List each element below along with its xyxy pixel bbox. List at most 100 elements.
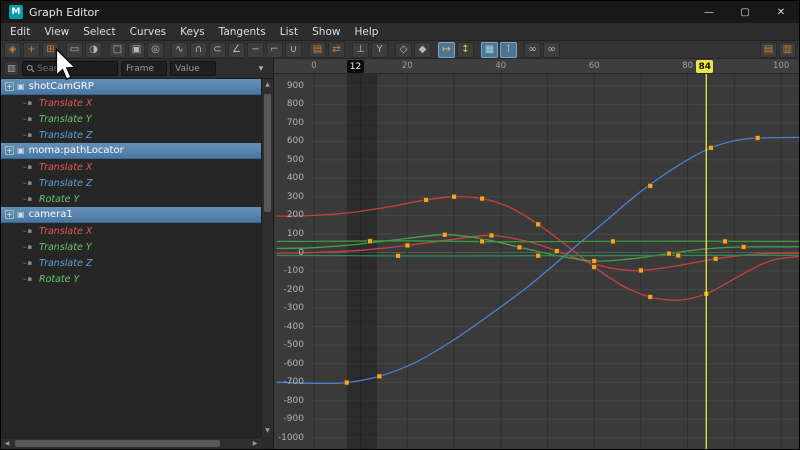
menu-view[interactable]: View [37, 23, 76, 40]
post-infinity-cycle-icon[interactable]: ∞ [543, 41, 560, 58]
pre-infinity-cycle-icon[interactable]: ∞ [524, 41, 541, 58]
outliner-hscrollbar[interactable]: ◀ ▶ [1, 437, 261, 449]
menu-show[interactable]: Show [305, 23, 347, 40]
menu-curves[interactable]: Curves [123, 23, 173, 40]
tree-attr-translate-y[interactable]: –▪ Translate Y [1, 111, 261, 127]
frame-all-icon[interactable]: □ [109, 41, 126, 58]
keyframe-marker[interactable] [708, 144, 714, 151]
tree-attr-translate-y[interactable]: –▪ Translate Y [1, 239, 261, 255]
keyframe-marker[interactable] [404, 242, 411, 249]
move-nearest-picked-key-icon[interactable]: ◈ [4, 41, 21, 58]
menu-help[interactable]: Help [347, 23, 385, 40]
search-field[interactable] [22, 61, 118, 76]
frame-playback-range-icon[interactable]: ▣ [128, 41, 145, 58]
auto-tangent-icon[interactable]: ∿ [171, 41, 188, 58]
keyframe-marker[interactable] [535, 252, 542, 259]
expand-icon[interactable]: + [5, 82, 14, 91]
value-snap-icon[interactable]: ↕ [457, 41, 474, 58]
keyframe-marker[interactable] [609, 238, 616, 245]
keyframe-marker[interactable] [343, 379, 350, 386]
keyframe-marker[interactable] [488, 232, 495, 239]
tree-attr-rotate-y[interactable]: –▪ Rotate Y [1, 271, 261, 287]
menu-edit[interactable]: Edit [3, 23, 37, 40]
keyframe-marker[interactable] [423, 196, 429, 203]
plateau-tangent-icon[interactable]: ∪ [285, 41, 302, 58]
keyframe-marker[interactable] [637, 267, 644, 274]
keyframe-marker[interactable] [441, 231, 448, 238]
graph-panel[interactable]: 0 20 40 60 80 100 12 84 900 800 700 600 500 400 300 20… [273, 59, 799, 449]
keyframe-marker[interactable] [666, 250, 672, 257]
hscroll-thumb[interactable] [15, 440, 220, 447]
center-current-time-icon[interactable]: ◎ [147, 41, 164, 58]
step-tangent-icon[interactable]: ⌐ [266, 41, 283, 58]
frame-marker-chip[interactable]: 12 [347, 60, 365, 73]
keyframe-marker[interactable] [722, 238, 728, 245]
free-tangent-weight-icon[interactable]: ◇ [395, 41, 412, 58]
scroll-left-arrow[interactable]: ◀ [1, 438, 13, 450]
template-channel-icon[interactable]: ▦ [481, 41, 498, 58]
keyframe-marker[interactable] [553, 248, 560, 254]
outliner-vscrollbar[interactable]: ▲ ▼ [261, 79, 273, 437]
maximize-button[interactable]: ▢ [727, 1, 763, 23]
menu-list[interactable]: List [273, 23, 305, 40]
hscroll-track[interactable] [13, 438, 249, 449]
keyframe-marker[interactable] [516, 244, 523, 251]
swap-buffer-curve-icon[interactable]: ⇄ [328, 41, 345, 58]
time-ruler[interactable]: 0 20 40 60 80 100 12 84 [274, 59, 799, 74]
frame-stat-field[interactable]: Frame [121, 61, 167, 76]
keyframe-marker[interactable] [712, 255, 719, 262]
keyframe-marker[interactable] [479, 238, 486, 245]
keyframe-marker[interactable] [451, 193, 458, 200]
spline-tangent-icon[interactable]: ∩ [190, 41, 207, 58]
flat-tangent-icon[interactable]: − [247, 41, 264, 58]
clamped-tangent-icon[interactable]: ⊂ [209, 41, 226, 58]
region-keys-icon[interactable]: ▭ [66, 41, 83, 58]
stacked-view-icon[interactable]: ▤ [760, 41, 777, 58]
tree-node-camera1[interactable]: + ▣ camera1 [1, 207, 261, 223]
tree-node-moma-pathlocator[interactable]: + ▣ moma:pathLocator [1, 143, 261, 159]
close-button[interactable]: ✕ [763, 1, 799, 23]
break-tangents-icon[interactable]: ⊥ [352, 41, 369, 58]
keyframe-marker[interactable] [376, 373, 383, 380]
value-stat-field[interactable]: Value [170, 61, 216, 76]
keyframe-marker[interactable] [675, 252, 682, 259]
animation-curve-green-b[interactable] [276, 240, 799, 243]
linear-tangent-icon[interactable]: ∠ [228, 41, 245, 58]
menu-keys[interactable]: Keys [173, 23, 212, 40]
keyframe-marker[interactable] [591, 264, 598, 270]
keyframe-marker[interactable] [479, 195, 486, 202]
keyframe-marker[interactable] [591, 258, 598, 264]
keyframe-marker[interactable] [754, 135, 761, 141]
keyframe-marker[interactable] [647, 294, 654, 300]
lock-tangent-weight-icon[interactable]: ◆ [414, 41, 431, 58]
tree-attr-translate-z[interactable]: –▪ Translate Z [1, 175, 261, 191]
tree-node-shotcamgrp[interactable]: + ▣ shotCamGRP [1, 79, 261, 95]
tree-attr-translate-x[interactable]: –▪ Translate X [1, 223, 261, 239]
tree-attr-translate-z[interactable]: –▪ Translate Z [1, 127, 261, 143]
menu-select[interactable]: Select [76, 23, 122, 40]
keyframe-marker[interactable] [395, 252, 401, 259]
unify-tangents-icon[interactable]: Y [371, 41, 388, 58]
buffer-curve-snapshot-icon[interactable]: ▤ [309, 41, 326, 58]
tree-attr-rotate-y[interactable]: –▪ Rotate Y [1, 191, 261, 207]
menu-tangents[interactable]: Tangents [212, 23, 273, 40]
scroll-down-arrow[interactable]: ▼ [262, 425, 273, 437]
lattice-deform-keys-icon[interactable]: ⊞ [42, 41, 59, 58]
tree-attr-translate-x[interactable]: –▪ Translate X [1, 159, 261, 175]
minimize-button[interactable]: — [691, 1, 727, 23]
keyframe-marker[interactable] [535, 221, 542, 228]
tree-attr-translate-x[interactable]: –▪ Translate X [1, 95, 261, 111]
keyframe-marker[interactable] [647, 182, 654, 189]
channel-filter-button[interactable]: ▥ [4, 61, 19, 76]
insert-keys-icon[interactable]: + [23, 41, 40, 58]
time-snap-icon[interactable]: ↦ [438, 41, 455, 58]
pin-channel-icon[interactable]: ⊺ [500, 41, 517, 58]
search-input[interactable] [37, 63, 114, 74]
filter-dropdown-button[interactable]: ▾ [252, 64, 270, 74]
scroll-right-arrow[interactable]: ▶ [249, 438, 261, 450]
tree-attr-translate-z[interactable]: –▪ Translate Z [1, 255, 261, 271]
normalized-view-icon[interactable]: ▥ [779, 41, 796, 58]
keyframe-marker[interactable] [740, 244, 747, 250]
keyframe-marker[interactable] [367, 238, 373, 245]
vscroll-thumb[interactable] [264, 94, 271, 212]
